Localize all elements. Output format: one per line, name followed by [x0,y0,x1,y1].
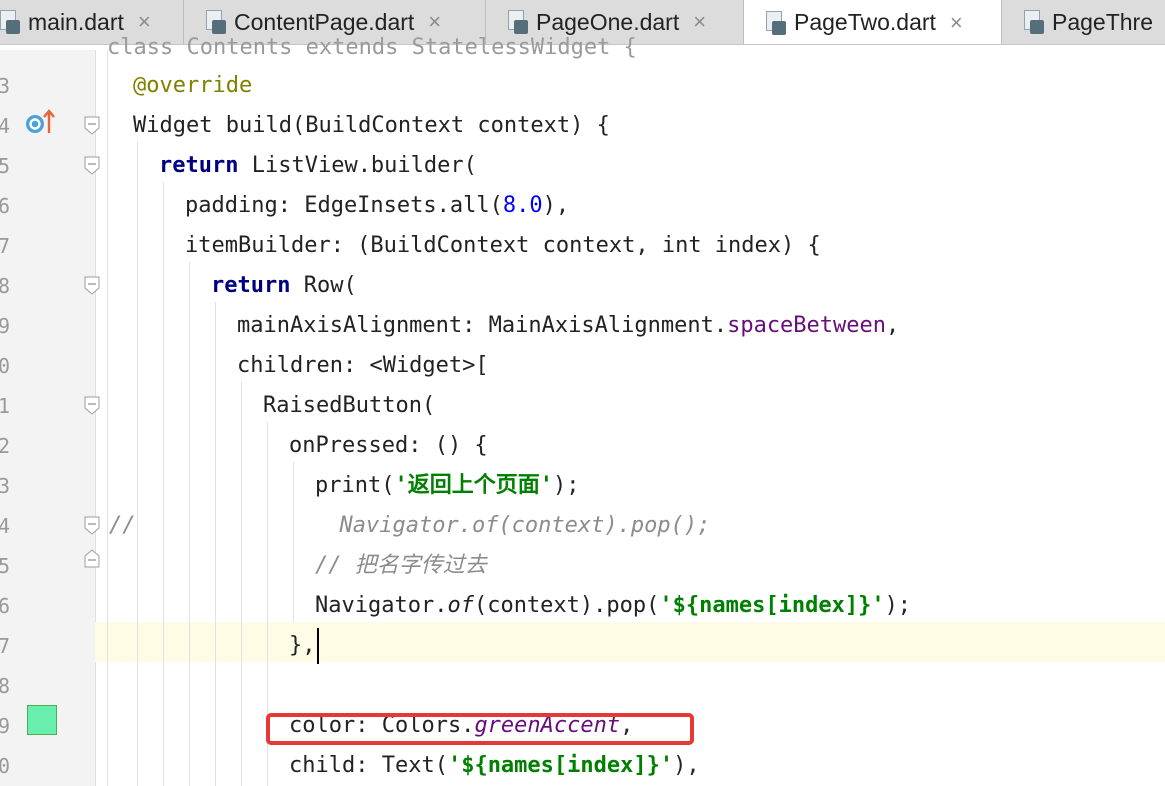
indent-guide [163,182,164,786]
code-line: children: <Widget>[ [237,346,489,386]
code-line: RaisedButton( [263,386,435,426]
code-line: // 把名字传过去 [315,546,487,586]
annotation-highlight-box [266,713,694,745]
code-text: ); [552,473,580,498]
code-line: itemBuilder: (BuildContext context, int … [185,226,821,266]
line-number: 0 [0,354,11,378]
string-literal: '${names[index]}' [659,593,885,618]
tab-pagethree-dart[interactable]: PageThre [1002,0,1165,44]
line-number: 1 [0,394,11,418]
line-number: 5 [0,554,11,578]
indent-guide [241,382,242,786]
line-number: 3 [0,74,11,98]
static-property: spaceBetween [727,313,887,338]
code-text: padding: EdgeInsets.all( [185,193,503,218]
string-literal: '返回上个页面' [394,473,553,498]
code-text: itemBuilder: (BuildContext context, int … [185,233,821,258]
code-line: return ListView.builder( [159,146,477,186]
dart-file-icon [766,10,786,35]
dart-file-icon [1024,10,1044,34]
line-number: 9 [0,314,11,338]
line-number: 8 [0,274,11,298]
code-text: RaisedButton( [263,393,436,418]
code-text: ); [884,593,912,618]
color-swatch-preview[interactable] [27,705,57,735]
code-text: ), [542,193,570,218]
text-caret [316,628,319,664]
code-line: return Row( [211,266,357,306]
tab-label: PageThre [1052,8,1154,35]
line-number: 2 [0,434,11,458]
code-line: mainAxisAlignment: MainAxisAlignment.spa… [237,306,899,346]
code-line: padding: EdgeInsets.all(8.0), [185,186,569,226]
line-number: 4 [0,514,11,538]
code-line: class Contents extends StatelessWidget { [107,28,637,68]
editor-gutter: 3 4 5 6 7 8 9 0 1 2 3 4 5 6 7 8 9 0 [0,50,100,786]
line-number: 5 [0,154,11,178]
override-method-icon[interactable] [22,106,58,136]
comment-text: // 把名字传过去 [315,553,487,578]
line-number: 3 [0,474,11,498]
code-line: // Navigator.of(context).pop(); [109,506,710,546]
current-line-highlight [95,622,1165,662]
code-line: Navigator.of(context).pop('${names[index… [315,586,911,626]
code-text: mainAxisAlignment: MainAxisAlignment. [237,313,728,338]
code-text: onPressed: () { [289,433,488,458]
number-literal: 8.0 [502,193,543,218]
code-line: }, [289,626,319,666]
code-text: Row( [290,273,357,298]
tab-label: PageTwo.dart [794,9,936,35]
keyword: return [159,153,239,178]
code-text: ListView.builder( [238,153,477,178]
line-number: 4 [0,114,11,138]
annotation: @override [133,73,253,98]
method-name: of [447,593,474,618]
line-number: 7 [0,234,11,258]
line-number: 0 [0,754,11,778]
code-text: (context).pop( [473,593,660,618]
code-text: Widget [133,113,213,138]
code-text: ), [673,753,700,778]
code-text: }, [289,633,316,658]
comment-prefix: // [109,513,136,538]
code-line: print('返回上个页面'); [315,466,579,506]
code-line: onPressed: () { [289,426,488,466]
code-line: @override [133,66,252,106]
close-icon[interactable]: × [950,10,963,36]
dart-file-icon [0,10,20,34]
code-text: child: Text( [289,753,448,778]
line-number: 6 [0,194,11,218]
code-text: class Contents extends StatelessWidget { [107,35,637,60]
line-number: 7 [0,634,11,658]
indent-guide [137,142,138,786]
code-line: child: Text('${names[index]}'), [289,746,700,786]
close-icon[interactable]: × [693,9,706,35]
code-text: Navigator. [315,593,448,618]
keyword: return [211,273,291,298]
indent-guide [107,50,108,786]
code-text: , [886,313,900,338]
line-number: 8 [0,674,11,698]
string-literal: '${names[index]}' [447,753,674,778]
line-number: 9 [0,714,11,738]
code-editor[interactable]: class Contents extends StatelessWidget {… [95,35,1165,786]
line-number: 6 [0,594,11,618]
code-text: build(BuildContext context) { [212,113,610,138]
code-text: children: <Widget>[ [237,353,489,378]
comment-text: Navigator.of(context).pop(); [339,513,711,538]
code-line: Widget build(BuildContext context) { [133,106,610,146]
tab-pagetwo-dart[interactable]: PageTwo.dart × [744,0,1002,44]
code-text: print( [315,473,395,498]
